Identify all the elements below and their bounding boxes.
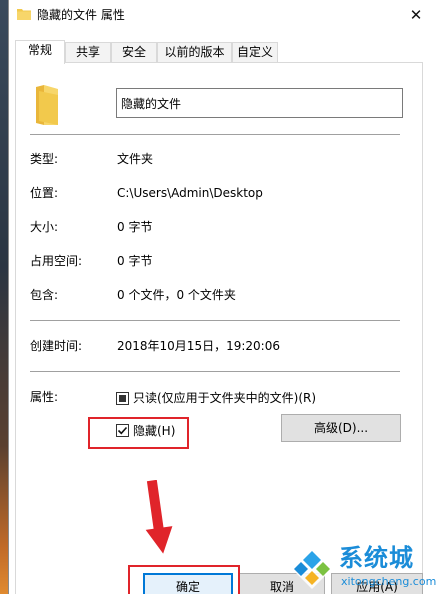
- advanced-button[interactable]: 高级(D)...: [281, 414, 401, 442]
- divider: [30, 134, 400, 135]
- red-arrow-icon: [145, 480, 173, 554]
- contains-value: 0 个文件，0 个文件夹: [117, 288, 236, 302]
- location-value: C:\Users\Admin\Desktop: [117, 186, 263, 200]
- disk-size-value: 0 字节: [117, 254, 153, 268]
- created-value: 2018年10月15日，19:20:06: [117, 339, 280, 353]
- size-value: 0 字节: [117, 220, 153, 234]
- watermark-brand: 系统城: [339, 544, 414, 572]
- size-label: 大小:: [30, 220, 59, 234]
- title-bar: 隐藏的文件 属性 ✕: [9, 0, 438, 30]
- divider: [30, 371, 400, 372]
- tab-sharing[interactable]: 共享: [65, 42, 111, 63]
- contains-label: 包含:: [30, 288, 59, 302]
- tab-customize[interactable]: 自定义: [232, 42, 278, 63]
- disk-size-label: 占用空间:: [30, 254, 83, 268]
- attributes-label: 属性:: [30, 390, 59, 404]
- general-panel: [15, 62, 423, 594]
- readonly-label[interactable]: 只读(仅应用于文件夹中的文件)(R): [133, 390, 316, 406]
- tab-security[interactable]: 安全: [111, 42, 157, 63]
- folder-name-input[interactable]: [116, 88, 403, 118]
- watermark-url: xitongcheng.com: [341, 575, 437, 588]
- folder-icon: [17, 9, 31, 20]
- tab-general[interactable]: 常规: [15, 40, 65, 64]
- highlight-box-hidden: [88, 417, 189, 449]
- desktop-background: [0, 0, 8, 594]
- type-label: 类型:: [30, 152, 59, 166]
- readonly-checkbox[interactable]: [116, 392, 129, 405]
- location-label: 位置:: [30, 186, 59, 200]
- window-title: 隐藏的文件 属性: [37, 8, 125, 22]
- highlight-box-ok: [128, 565, 240, 594]
- divider: [30, 320, 400, 321]
- created-label: 创建时间:: [30, 339, 83, 353]
- watermark-logo-icon: [291, 547, 333, 589]
- tab-previous-versions[interactable]: 以前的版本: [157, 42, 232, 63]
- folder-large-icon: [36, 85, 58, 125]
- close-icon[interactable]: ✕: [406, 5, 426, 25]
- type-value: 文件夹: [117, 152, 154, 166]
